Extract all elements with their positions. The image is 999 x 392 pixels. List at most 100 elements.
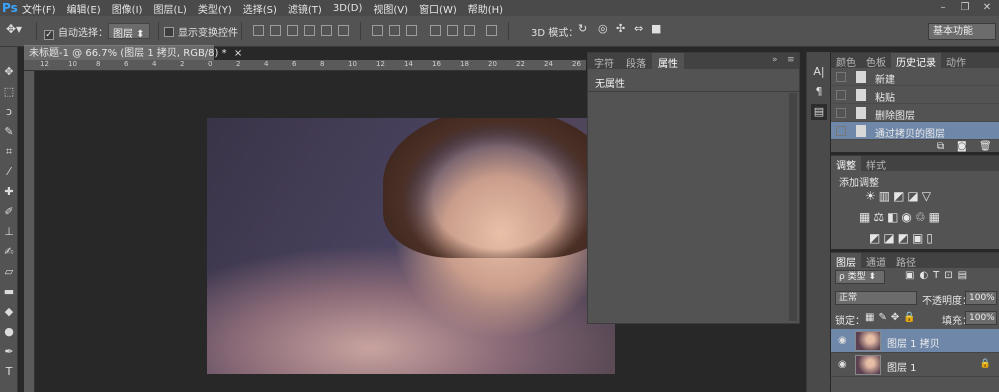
menu-file[interactable]: 文件(F) <box>22 1 56 16</box>
workspace-dropdown[interactable]: 基本功能 <box>928 23 996 40</box>
minimize-button[interactable]: – <box>933 0 953 16</box>
properties-panel-icon[interactable]: ▤ <box>811 104 827 120</box>
history-brush-tool-icon[interactable]: ✍ <box>2 245 16 259</box>
auto-select-checkbox[interactable]: ✓ 自动选择： <box>44 24 108 40</box>
close-tab-icon[interactable]: × <box>234 48 242 59</box>
align-top-button[interactable] <box>253 25 264 36</box>
layer-row-selected[interactable]: ◉ 图层 1 拷贝 <box>831 329 999 353</box>
menu-view[interactable]: 视图(V) <box>373 1 408 16</box>
camera-icon[interactable]: ◙ <box>957 141 967 152</box>
3d-rotate-icon[interactable]: ↻ <box>578 22 587 35</box>
document-icon <box>856 71 866 83</box>
portrait-photo-layer[interactable] <box>207 118 615 374</box>
filter-icons[interactable]: ▣◐T⊡▤ <box>905 270 972 281</box>
scrollbar[interactable] <box>789 93 797 321</box>
eraser-tool-icon[interactable]: ▱ <box>2 265 16 279</box>
adjustment-icons-row-1[interactable]: ☀▥◩◪▽ <box>865 189 934 203</box>
tab-paragraph[interactable]: 段落 <box>620 53 652 70</box>
tab-color[interactable]: 颜色 <box>831 53 861 69</box>
adjustment-icons-row-3[interactable]: ◩◪◩▣▯ <box>869 231 936 245</box>
kind-filter-value: ρ 类型 <box>839 272 866 282</box>
new-snapshot-icon[interactable]: ⧉ <box>937 141 944 152</box>
menu-edit[interactable]: 编辑(E) <box>67 1 101 16</box>
lasso-tool-icon[interactable]: ↄ <box>2 105 16 119</box>
character-panel-icon[interactable]: A| <box>811 64 827 80</box>
menu-filter[interactable]: 滤镜(T) <box>288 1 322 16</box>
3d-pan-icon[interactable]: ✣ <box>616 22 625 35</box>
document-tab[interactable]: 未标题-1 @ 66.7% (图层 1 拷贝, RGB/8) * × <box>24 45 242 60</box>
menu-3d[interactable]: 3D(D) <box>333 3 363 14</box>
tab-actions[interactable]: 动作 <box>941 53 971 69</box>
opacity-input[interactable]: 100% <box>965 291 997 305</box>
ruler-tick: 8 <box>96 60 101 68</box>
restore-button[interactable]: ❐ <box>955 0 975 16</box>
history-item[interactable]: 新建 <box>831 68 999 86</box>
move-tool-icon[interactable]: ✥ <box>2 65 16 79</box>
3d-slide-icon[interactable]: ⇔ <box>634 22 643 35</box>
paragraph-panel-icon[interactable]: ¶ <box>811 84 827 100</box>
adjustment-icons-row-2[interactable]: ▦⚖◧◉♲▦ <box>859 210 943 224</box>
eyedropper-tool-icon[interactable]: ⁄ <box>2 165 16 179</box>
auto-align-button[interactable] <box>486 25 497 36</box>
show-transform-checkbox[interactable]: 显示变换控件 <box>164 24 238 39</box>
history-item-selected[interactable]: 通过拷贝的图层 <box>831 122 999 140</box>
menu-select[interactable]: 选择(S) <box>243 1 277 16</box>
align-hcenter-button[interactable] <box>321 25 332 36</box>
tab-channels[interactable]: 通道 <box>861 253 891 269</box>
kind-filter-dropdown[interactable]: ρ 类型 ⬍ <box>835 270 885 284</box>
lock-icons[interactable]: ▦✎✥🔒 <box>865 312 920 323</box>
menu-layer[interactable]: 图层(L) <box>153 1 186 16</box>
tab-history[interactable]: 历史记录 <box>891 53 941 69</box>
distribute-left-button[interactable] <box>430 25 441 36</box>
eye-icon[interactable]: ◉ <box>838 335 847 346</box>
pen-tool-icon[interactable]: ✒ <box>2 345 16 359</box>
3d-scale-icon[interactable]: ■ <box>651 22 661 35</box>
menu-window[interactable]: 窗口(W) <box>419 1 457 16</box>
tab-character[interactable]: 字符 <box>588 53 620 70</box>
move-tool-icon[interactable]: ✥▾ <box>6 22 22 36</box>
auto-select-dropdown[interactable]: 图层 ⬍ <box>108 23 150 40</box>
align-right-button[interactable] <box>338 25 349 36</box>
distribute-hcenter-button[interactable] <box>447 25 458 36</box>
align-left-button[interactable] <box>304 25 315 36</box>
eye-icon[interactable]: ◉ <box>838 359 847 370</box>
3d-roll-icon[interactable]: ◎ <box>598 22 608 35</box>
tab-layers[interactable]: 图层 <box>831 253 861 269</box>
quick-select-tool-icon[interactable]: ✎ <box>2 125 16 139</box>
close-window-button[interactable]: ✕ <box>977 0 997 16</box>
crop-tool-icon[interactable]: ⌗ <box>2 145 16 159</box>
healing-brush-tool-icon[interactable]: ✚ <box>2 185 16 199</box>
brush-tool-icon[interactable]: ✐ <box>2 205 16 219</box>
clone-stamp-tool-icon[interactable]: ⊥ <box>2 225 16 239</box>
distribute-vcenter-button[interactable] <box>389 25 400 36</box>
gradient-tool-icon[interactable]: ▬ <box>2 285 16 299</box>
tab-swatches[interactable]: 色板 <box>861 53 891 69</box>
tab-adjustments[interactable]: 调整 <box>831 156 861 172</box>
panel-menu-icon[interactable]: ≡ <box>787 55 795 65</box>
marquee-tool-icon[interactable]: ⬚ <box>2 85 16 99</box>
menu-image[interactable]: 图像(I) <box>112 1 143 16</box>
fill-value: 100% <box>969 313 995 323</box>
distribute-top-button[interactable] <box>372 25 383 36</box>
align-bottom-button[interactable] <box>287 25 298 36</box>
align-vcenter-button[interactable] <box>270 25 281 36</box>
menu-help[interactable]: 帮助(H) <box>468 1 503 16</box>
ruler-tick: 16 <box>432 60 441 68</box>
distribute-bottom-button[interactable] <box>406 25 417 36</box>
blend-mode-dropdown[interactable]: 正常 <box>835 291 917 305</box>
tab-paths[interactable]: 路径 <box>891 253 921 269</box>
history-item[interactable]: 删除图层 <box>831 104 999 122</box>
type-tool-icon[interactable]: T <box>2 365 16 379</box>
tab-properties[interactable]: 属性 <box>652 53 684 70</box>
dodge-tool-icon[interactable]: ● <box>2 325 16 339</box>
layer-row[interactable]: ◉ 图层 1 🔒 <box>831 353 999 377</box>
collapse-icon[interactable]: » <box>772 55 778 65</box>
auto-select-value: 图层 <box>113 29 133 40</box>
trash-icon[interactable]: 🗑 <box>979 141 992 152</box>
fill-input[interactable]: 100% <box>965 311 997 325</box>
blur-tool-icon[interactable]: ◆ <box>2 305 16 319</box>
menu-type[interactable]: 类型(Y) <box>198 1 232 16</box>
history-item[interactable]: 粘贴 <box>831 86 999 104</box>
tab-styles[interactable]: 样式 <box>861 156 891 172</box>
distribute-right-button[interactable] <box>464 25 475 36</box>
